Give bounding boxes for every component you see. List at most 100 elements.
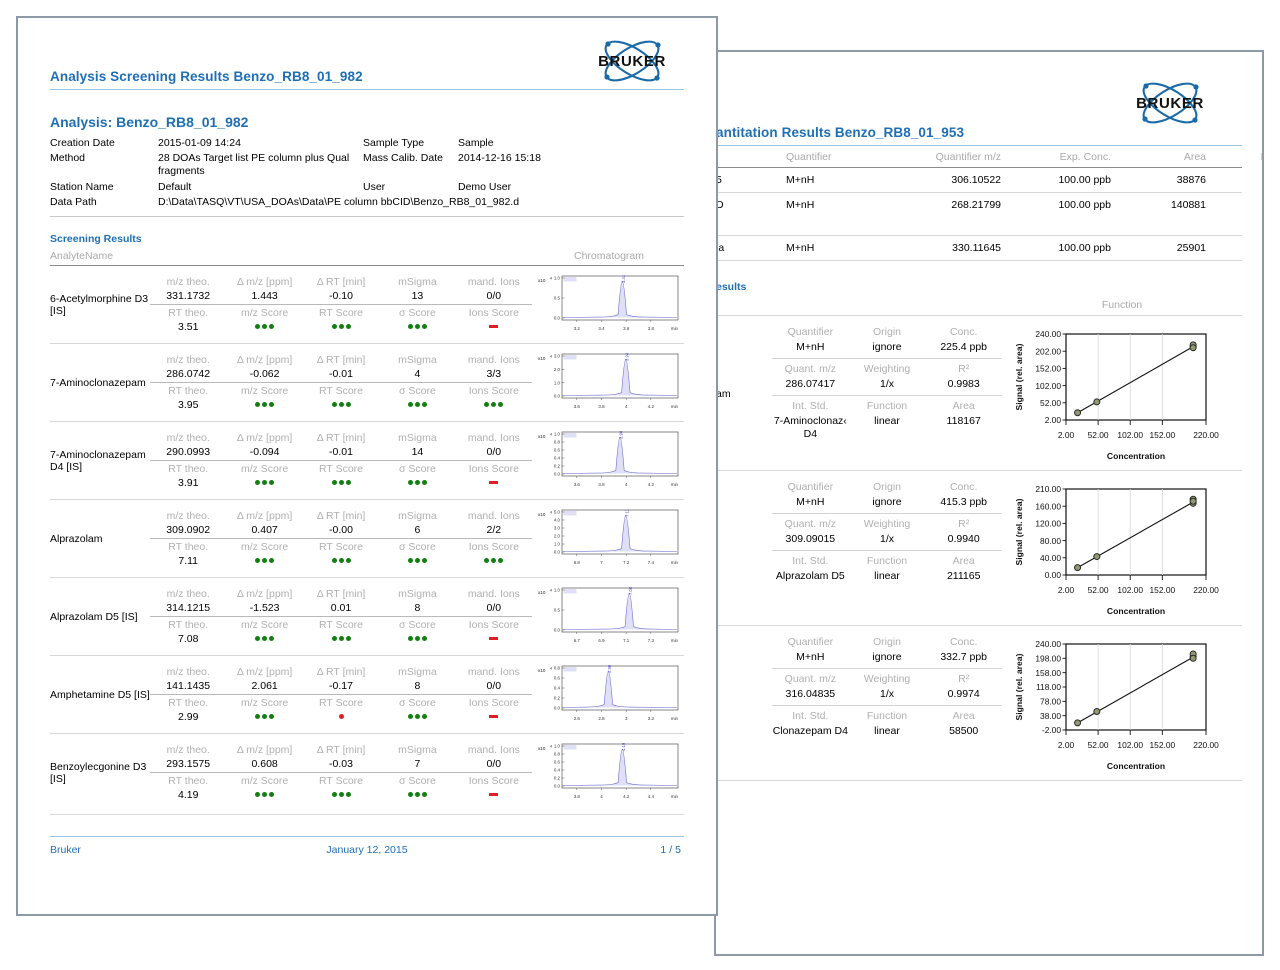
metric-labels-bottom: RT theo. m/z Score RT Score σ Score Ions Sco… (150, 774, 532, 788)
svg-text:3.8: 3.8 (598, 482, 605, 487)
metric-values-bottom: 7.08 (150, 632, 532, 647)
calibration-curve-chart[interactable]: 240.00 202.00 152.00 102.00 52.00 2.00 2.00 52.… (1002, 324, 1242, 464)
svg-text:202.00: 202.00 (1035, 346, 1061, 356)
quant-table-row[interactable]: D M+nH 268.21799 100.00 ppb 14088165965 (716, 193, 1262, 217)
sigma-score-dots (407, 789, 428, 801)
svg-text:4: 4 (625, 404, 628, 409)
calibration-blocks-container: am Quantifier Origin Conc. M+nH ignore 225.4 p… (716, 316, 1242, 781)
delta-mz-value: -0.062 (249, 367, 280, 380)
cal-values-3: Clonazepam D4 linear 58500 (772, 724, 1002, 741)
screening-row[interactable]: 7-Aminoclonazepam D4 [IS] m/z theo. Δ m/z … (50, 422, 684, 499)
screening-row[interactable]: 7-Aminoclonazepam m/z theo. Δ m/z [ppm] Δ R… (50, 344, 684, 421)
delta-mz-value: -1.523 (249, 601, 280, 614)
chromatogram-chart[interactable]: x10 4 3.0 2.0 1.0 0.0 3.6 3.8 4 4.2 min 3.94 (532, 348, 684, 417)
calibration-block[interactable]: Quantifier Origin Conc. M+nH ignore 332.7 ppb… (716, 626, 1242, 780)
msigma-value: 8 (414, 601, 421, 614)
svg-text:3.6: 3.6 (574, 482, 581, 487)
area-value: 25901 (1176, 242, 1206, 254)
rt-score (303, 711, 379, 723)
svg-text:3.0: 3.0 (554, 526, 561, 531)
chromatogram-chart[interactable]: x10 4 1.0 0.8 0.6 0.4 0.2 0.0 3.6 3.8 4 4.2 min 3.90 (532, 426, 684, 495)
screening-row[interactable]: 6-Acetylmorphine D3 [IS] m/z theo. Δ m/z [… (50, 266, 684, 343)
svg-text:152.00: 152.00 (1150, 585, 1176, 595)
cal-label: Area (952, 555, 975, 568)
svg-text:3.6: 3.6 (574, 404, 581, 409)
chromatogram-chart[interactable]: x10 4 1.0 0.8 0.6 0.4 0.2 0.0 3.8 4 4.2 4.4 min 4.19 (532, 738, 684, 807)
quantitation-report-document[interactable]: BRUKER antitation Results Benzo_RB8_01_9… (714, 50, 1264, 956)
ions-score-dash (489, 637, 499, 641)
chromatogram-chart[interactable]: x10 4 1.0 0.5 0.0 3.2 3.4 3.6 3.8 min 3.41 (532, 270, 684, 339)
svg-text:0.4: 0.4 (554, 768, 561, 773)
analysis-meta-table: Creation Date 2015-01-09 14:24 Sample Ty… (50, 135, 684, 209)
quant-table-row[interactable]: la M+nH 330.11645 100.00 ppb 2590112968 (716, 236, 1262, 260)
col-quantifier: Quantifier (786, 151, 832, 163)
quant-mz-value: 316.04835 (785, 687, 836, 700)
mz-score (226, 477, 302, 489)
mz-score-dots (254, 633, 275, 645)
chromatogram-chart[interactable]: x10 4 5.0 4.0 3.0 2.0 1.0 0.0 6.8 7 7.2 7.4 min 7.11 (532, 504, 684, 573)
svg-text:3.41: 3.41 (621, 274, 626, 283)
screening-row[interactable]: Alprazolam m/z theo. Δ m/z [ppm] Δ RT [min]… (50, 500, 684, 577)
metric-label: m/z Score (240, 462, 289, 475)
svg-text:0.6: 0.6 (554, 676, 561, 681)
delta-rt-value: -0.01 (329, 445, 353, 458)
screening-row[interactable]: Benzoylecgonine D3 [IS] m/z theo. Δ m/z [p… (50, 734, 684, 811)
metric-separator (150, 537, 532, 539)
calibration-bottom-rule (716, 780, 1242, 781)
mand-ions-value: 0/0 (486, 445, 502, 458)
cal-label: Quant. m/z (784, 518, 837, 531)
origin-value: ignore (872, 340, 902, 353)
delta-mz-value: 0.608 (251, 757, 278, 770)
calibration-parameters: Quantifier Origin Conc. M+nH ignore 332.7 ppb… (772, 634, 1002, 774)
metric-label: m/z theo. (166, 509, 210, 522)
calibration-curve-chart[interactable]: 210.00 160.00 120.00 80.00 40.00 0.00 2.00 52.0… (1002, 479, 1242, 619)
delta-mz-value: -0.094 (249, 445, 280, 458)
int-std-value: Alprazolam D5 (775, 569, 845, 582)
cal-separator (772, 513, 1002, 515)
metric-separator (150, 615, 532, 617)
metric-label: Δ m/z [ppm] (236, 353, 293, 366)
calibration-parameters: Quantifier Origin Conc. M+nH ignore 415.3 ppb… (772, 479, 1002, 619)
col-exp-conc: Exp. Conc. (1059, 151, 1111, 163)
calibration-curve-chart[interactable]: 240.00 198.00 158.00 118.00 78.00 38.00 -2.00 2… (1002, 634, 1242, 774)
chromatogram-chart[interactable]: x10 4 1.0 0.5 0.0 6.7 6.9 7.1 7.3 min 7.08 (532, 582, 684, 651)
meta-row: Station Name Default User Demo User (50, 179, 684, 194)
mz-score-dots (254, 477, 275, 489)
svg-text:4: 4 (550, 589, 552, 593)
col-analyte (716, 151, 786, 163)
screening-row[interactable]: Alprazolam D5 [IS] m/z theo. Δ m/z [ppm] Δ … (50, 578, 684, 655)
svg-text:7: 7 (600, 560, 603, 565)
svg-text:78.00: 78.00 (1040, 697, 1061, 707)
mz-theo-value: 314.1215 (166, 601, 211, 614)
metric-label: mand. Ions (467, 665, 520, 678)
svg-text:4: 4 (550, 277, 552, 281)
metric-label: m/z Score (240, 774, 289, 787)
screening-row[interactable]: Amphetamine D5 [IS] m/z theo. Δ m/z [ppm] Δ… (50, 656, 684, 733)
calibration-block[interactable]: am Quantifier Origin Conc. M+nH ignore 225.4 p… (716, 316, 1242, 470)
svg-text:0.0: 0.0 (554, 628, 561, 633)
cal-values-2: 286.07417 1/x 0.9983 (772, 377, 1002, 394)
msigma-value: 4 (414, 367, 421, 380)
delta-mz-value: 1.443 (251, 289, 278, 302)
svg-text:min: min (671, 482, 679, 487)
rt-score-dots (331, 477, 352, 489)
calibration-block[interactable]: Quantifier Origin Conc. M+nH ignore 415.3 ppb… (716, 471, 1242, 625)
rt-theo-value: 2.99 (177, 710, 199, 723)
metric-label: mand. Ions (467, 353, 520, 366)
svg-text:min: min (671, 560, 679, 565)
metric-label: m/z Score (240, 618, 289, 631)
chromatogram-chart[interactable]: x10 4 0.8 0.6 0.4 0.2 0.0 2.6 2.8 3 3.2 min 2.98 (532, 660, 684, 729)
meta-key: Data Path (50, 195, 97, 208)
quantifier-value: M+nH (796, 650, 825, 663)
cal-values-2: 309.09015 1/x 0.9940 (772, 532, 1002, 549)
cal-labels-2: Quant. m/z Weighting R² (772, 671, 1002, 687)
quant-table-row[interactable]: 5 M+nH 306.10522 100.00 ppb 3887619001 (716, 168, 1262, 192)
metric-labels-top: m/z theo. Δ m/z [ppm] Δ RT [min] mSigma mand… (150, 431, 532, 445)
msigma-value: 8 (414, 679, 421, 692)
screening-report-document[interactable]: BRUKER Analysis Screening Results Benzo_… (16, 16, 718, 916)
metric-label: RT theo. (168, 618, 209, 631)
screening-results-title: Screening Results (50, 233, 142, 246)
int-std-value: 7-Aminoclonaz‹ D4 (773, 414, 847, 440)
msigma-value: 6 (414, 523, 421, 536)
svg-text:7.4: 7.4 (648, 560, 655, 565)
